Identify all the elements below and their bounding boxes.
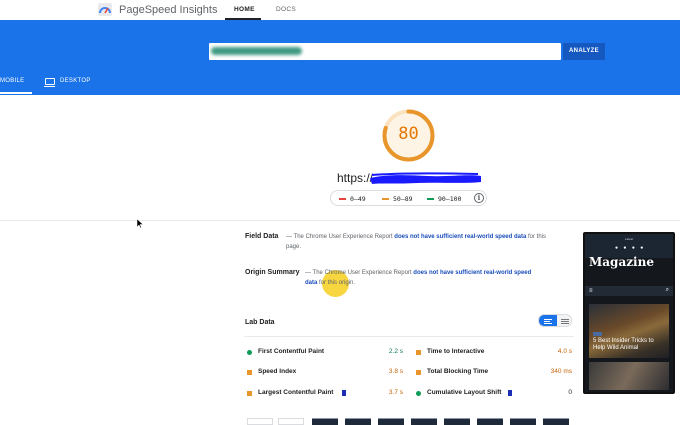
- pagespeed-logo-icon: [98, 3, 112, 16]
- metric-value: 0: [568, 389, 572, 396]
- legend-good-label: 90–100: [438, 195, 462, 203]
- metric-value: 4.0 s: [557, 348, 572, 355]
- legend-poor-label: 0–49: [350, 195, 366, 203]
- nav-home[interactable]: HOME: [234, 6, 255, 13]
- field-text-prefix: — The Chrome User Experience Report: [286, 234, 395, 240]
- metric-label: Time to Interactive: [427, 348, 485, 355]
- preview-headline: 5 Best Insider Tricks to Help Wild Anima…: [593, 338, 654, 351]
- redaction-mark: [342, 390, 346, 396]
- toggle-list-view[interactable]: [539, 315, 557, 326]
- metric-status-green-icon: [416, 391, 421, 396]
- legend-good: 90–100: [427, 195, 461, 203]
- filmstrip-frame: [477, 418, 503, 425]
- metric-status-orange-icon: [416, 350, 421, 355]
- metric-label: Largest Contentful Paint: [258, 389, 334, 396]
- metric-value: 2.2 s: [388, 348, 403, 355]
- lab-data-separator: [244, 336, 574, 337]
- desktop-icon: [44, 78, 55, 87]
- origin-text-prefix: — The Chrome User Experience Report: [305, 270, 414, 276]
- top-nav: PageSpeed Insights HOME DOCS: [0, 0, 680, 20]
- legend-poor-marker: [339, 198, 346, 200]
- metric-status-orange-icon: [416, 370, 421, 375]
- preview-logo: Magazine: [589, 255, 654, 269]
- preview-second-image: [589, 362, 669, 390]
- metric-status-orange-icon: [247, 391, 252, 396]
- filmstrip-frame: [247, 418, 273, 425]
- detail-view-icon[interactable]: [557, 315, 572, 327]
- origin-text-suffix: for this origin.: [317, 280, 356, 286]
- score-legend: 0–49 50–89 90–100 i: [330, 190, 487, 206]
- filmstrip-frame: [510, 418, 536, 425]
- redaction-mark: [508, 390, 512, 396]
- metric-label: Speed Index: [258, 368, 297, 375]
- tab-desktop[interactable]: DESKTOP: [60, 78, 91, 84]
- metric-status-green-icon: [247, 350, 252, 355]
- field-data-link[interactable]: does not have sufficient real-world spee…: [394, 234, 526, 240]
- preview-top-line: Latest: [624, 237, 634, 241]
- legend-average-label: 50–89: [393, 195, 413, 203]
- metric-value: 340 ms: [550, 368, 572, 375]
- legend-average-marker: [382, 198, 389, 200]
- field-data-text: — The Chrome User Experience Report does…: [286, 232, 546, 252]
- mouse-cursor-icon: [137, 219, 143, 228]
- filmstrip-frame: [543, 418, 569, 425]
- field-data-title: Field Data: [245, 233, 279, 240]
- nav-docs[interactable]: DOCS: [276, 6, 296, 13]
- preview-search-icon: ⌕: [665, 287, 669, 293]
- preview-social-icons: ● ● ● ●: [615, 245, 646, 251]
- metric-label: Cumulative Layout Shift: [427, 389, 502, 396]
- legend-average: 50–89: [382, 195, 413, 203]
- preview-menu-icon: ≡: [589, 288, 593, 294]
- filmstrip-frame: [312, 418, 338, 425]
- metric-label: Total Blocking Time: [427, 368, 489, 375]
- filmstrip-frame: [411, 418, 437, 425]
- preview-navbar: ≡ ⌕: [585, 286, 673, 296]
- section-divider: [0, 220, 680, 221]
- filmstrip-frame: [444, 418, 470, 425]
- preview-tag: [593, 332, 603, 336]
- performance-score: 80: [398, 124, 419, 144]
- filmstrip-frame: [378, 418, 404, 425]
- tab-mobile[interactable]: MOBILE: [0, 78, 24, 84]
- metric-status-orange-icon: [247, 370, 252, 375]
- metric-label: First Contentful Paint: [258, 348, 325, 355]
- brand-title[interactable]: PageSpeed Insights: [119, 4, 217, 16]
- filmstrip-frame: [278, 418, 304, 425]
- analyze-button[interactable]: ANALYZE: [563, 43, 605, 60]
- info-icon[interactable]: i: [474, 193, 484, 203]
- metrics-view-toggle[interactable]: [538, 314, 572, 327]
- list-view-icon: [544, 319, 552, 324]
- origin-summary-text: — The Chrome User Experience Report does…: [305, 268, 545, 288]
- url-input-blurred-text: [211, 47, 302, 55]
- metric-value: 3.8 s: [388, 368, 403, 375]
- url-redaction-scribble: [370, 172, 481, 184]
- legend-good-marker: [427, 198, 434, 200]
- lab-data-title: Lab Data: [245, 319, 275, 326]
- legend-poor: 0–49: [339, 195, 366, 203]
- origin-summary-title: Origin Summary: [245, 269, 300, 276]
- mobile-screenshot-preview: Latest ● ● ● ● Magazine ≡ ⌕ 5 Best Insid…: [583, 232, 675, 394]
- filmstrip-frame: [345, 418, 371, 425]
- metric-value: 3.7 s: [388, 389, 403, 396]
- tab-mobile-underline: [0, 92, 32, 94]
